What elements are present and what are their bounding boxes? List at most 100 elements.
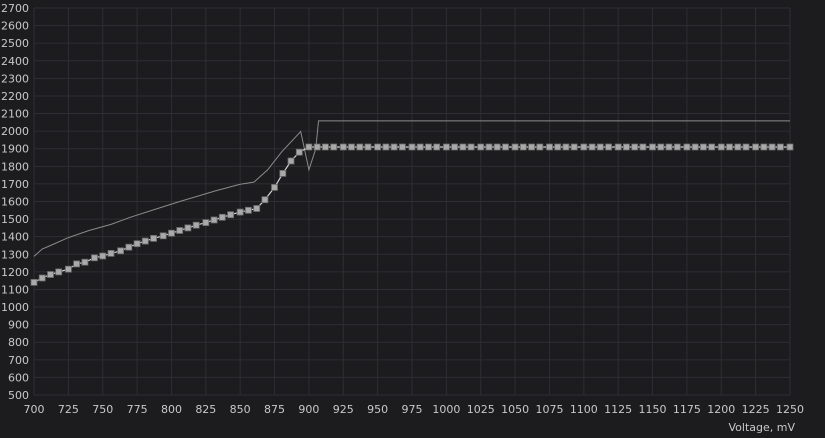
data-point[interactable] bbox=[364, 143, 372, 151]
data-point[interactable] bbox=[546, 143, 553, 151]
data-point[interactable] bbox=[519, 143, 527, 151]
data-point[interactable] bbox=[321, 143, 329, 151]
data-point[interactable] bbox=[623, 143, 630, 151]
data-point[interactable] bbox=[73, 260, 80, 268]
data-point[interactable] bbox=[786, 143, 794, 151]
data-point[interactable] bbox=[55, 268, 63, 276]
data-point[interactable] bbox=[38, 274, 46, 282]
data-point[interactable] bbox=[536, 143, 544, 151]
data-point[interactable] bbox=[141, 237, 149, 245]
data-point[interactable] bbox=[760, 143, 768, 151]
data-point[interactable] bbox=[47, 271, 54, 278]
data-point[interactable] bbox=[631, 143, 639, 151]
data-point[interactable] bbox=[742, 143, 750, 151]
data-point[interactable] bbox=[253, 205, 261, 212]
x-axis-label: Voltage, mV bbox=[729, 421, 796, 434]
data-point[interactable] bbox=[313, 143, 321, 151]
data-point[interactable] bbox=[150, 234, 158, 242]
data-point[interactable] bbox=[683, 143, 691, 151]
data-point[interactable] bbox=[570, 143, 578, 151]
data-point[interactable] bbox=[588, 143, 596, 151]
data-point[interactable] bbox=[425, 143, 432, 151]
data-point[interactable] bbox=[279, 169, 287, 177]
data-point[interactable] bbox=[382, 143, 390, 151]
data-point[interactable] bbox=[133, 240, 141, 248]
y-tick-label: 1300 bbox=[1, 248, 29, 261]
data-point[interactable] bbox=[176, 227, 184, 234]
data-point[interactable] bbox=[374, 143, 382, 151]
x-tick-label: 1075 bbox=[535, 403, 563, 416]
data-point[interactable] bbox=[726, 143, 733, 151]
data-point[interactable] bbox=[244, 206, 252, 214]
x-axis-ticks: 700 725 750 775 800 825 850 875 900 925 950 975 1000… bbox=[24, 403, 805, 416]
x-tick-label: 950 bbox=[367, 403, 388, 416]
data-point[interactable] bbox=[580, 143, 588, 151]
data-point[interactable] bbox=[398, 143, 406, 151]
data-point[interactable] bbox=[752, 143, 759, 151]
data-point[interactable] bbox=[657, 143, 665, 151]
data-point[interactable] bbox=[348, 143, 355, 151]
data-point[interactable] bbox=[30, 278, 38, 286]
data-point[interactable] bbox=[356, 143, 364, 151]
data-point[interactable] bbox=[390, 143, 398, 151]
data-point[interactable] bbox=[777, 143, 784, 151]
data-point[interactable] bbox=[107, 249, 115, 257]
data-point[interactable] bbox=[614, 143, 622, 151]
data-point[interactable] bbox=[562, 143, 570, 151]
data-point[interactable] bbox=[159, 232, 167, 240]
data-point[interactable] bbox=[649, 143, 656, 151]
data-point[interactable] bbox=[65, 265, 72, 273]
y-tick-label: 2000 bbox=[1, 125, 29, 138]
data-point[interactable] bbox=[467, 143, 475, 151]
data-point[interactable] bbox=[99, 252, 107, 260]
data-point[interactable] bbox=[442, 143, 450, 151]
data-point[interactable] bbox=[433, 143, 441, 151]
data-point[interactable] bbox=[493, 143, 501, 151]
data-point[interactable] bbox=[691, 143, 699, 151]
data-point[interactable] bbox=[210, 216, 218, 224]
data-point[interactable] bbox=[502, 143, 509, 151]
data-point[interactable] bbox=[261, 196, 269, 204]
y-tick-label: 800 bbox=[8, 336, 29, 349]
data-point[interactable] bbox=[554, 143, 562, 151]
data-point[interactable] bbox=[708, 143, 716, 151]
data-point[interactable] bbox=[717, 143, 725, 151]
data-point[interactable] bbox=[305, 143, 313, 151]
data-point[interactable] bbox=[511, 143, 519, 151]
data-point[interactable] bbox=[485, 143, 493, 151]
data-point[interactable] bbox=[734, 143, 742, 151]
data-point[interactable] bbox=[459, 143, 467, 151]
data-point[interactable] bbox=[192, 221, 200, 229]
data-point[interactable] bbox=[295, 148, 303, 156]
data-point[interactable] bbox=[665, 143, 673, 151]
data-point[interactable] bbox=[408, 143, 416, 151]
data-point[interactable] bbox=[477, 143, 485, 151]
data-point[interactable] bbox=[218, 213, 226, 221]
data-point[interactable] bbox=[287, 157, 295, 165]
data-point[interactable] bbox=[330, 143, 338, 151]
data-point[interactable] bbox=[700, 143, 707, 151]
x-tick-label: 1200 bbox=[707, 403, 735, 416]
data-point[interactable] bbox=[528, 143, 535, 151]
data-point[interactable] bbox=[91, 254, 98, 262]
data-point[interactable] bbox=[673, 143, 681, 151]
data-point[interactable] bbox=[227, 211, 235, 219]
data-point[interactable] bbox=[768, 143, 776, 151]
data-point[interactable] bbox=[339, 143, 347, 151]
data-point[interactable] bbox=[184, 224, 192, 232]
data-point[interactable] bbox=[81, 258, 89, 266]
y-tick-label: 1200 bbox=[1, 266, 29, 279]
data-point[interactable] bbox=[168, 229, 175, 237]
y-tick-label: 900 bbox=[8, 319, 29, 332]
data-point[interactable] bbox=[236, 208, 244, 216]
data-point[interactable] bbox=[451, 143, 459, 151]
x-tick-label: 775 bbox=[127, 403, 148, 416]
data-point[interactable] bbox=[125, 243, 133, 251]
data-point[interactable] bbox=[605, 143, 612, 151]
data-point[interactable] bbox=[117, 247, 124, 255]
data-point[interactable] bbox=[202, 219, 210, 227]
data-point[interactable] bbox=[416, 143, 424, 151]
data-point[interactable] bbox=[271, 183, 278, 191]
data-point[interactable] bbox=[639, 143, 647, 151]
data-point[interactable] bbox=[596, 143, 604, 151]
